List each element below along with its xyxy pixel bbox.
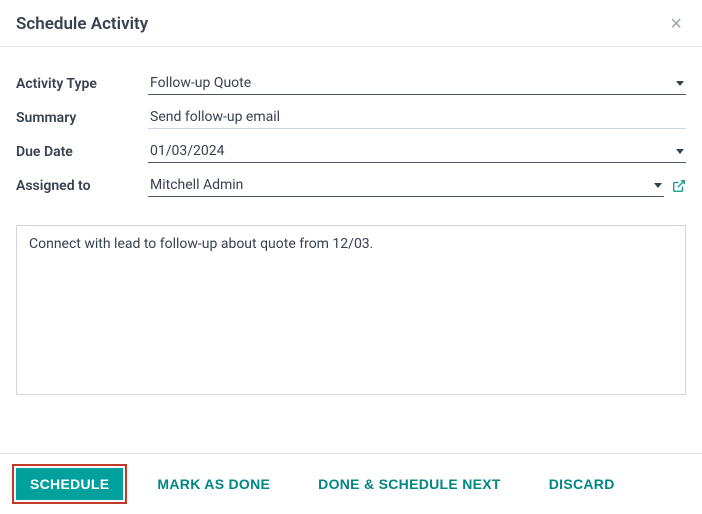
discard-button[interactable]: Discard	[535, 468, 629, 500]
assigned-to-row: Assigned to Mitchell Admin	[16, 175, 686, 197]
notes-textarea[interactable]	[16, 225, 686, 395]
due-date-label: Due Date	[16, 144, 148, 160]
due-date-value: 01/03/2024	[150, 143, 225, 159]
schedule-button[interactable]: Schedule	[16, 468, 123, 500]
assigned-to-label: Assigned to	[16, 178, 148, 194]
activity-type-label: Activity Type	[16, 76, 148, 92]
summary-label: Summary	[16, 110, 148, 126]
summary-input[interactable]: Send follow-up email	[148, 107, 686, 129]
schedule-activity-modal: Schedule Activity × Activity Type Follow…	[0, 0, 702, 514]
mark-as-done-button[interactable]: Mark As Done	[143, 468, 284, 500]
activity-type-row: Activity Type Follow-up Quote	[16, 73, 686, 95]
assigned-to-value: Mitchell Admin	[150, 177, 243, 193]
modal-title: Schedule Activity	[16, 14, 148, 34]
due-date-row: Due Date 01/03/2024	[16, 141, 686, 163]
done-schedule-next-button[interactable]: Done & Schedule Next	[304, 468, 515, 500]
summary-row: Summary Send follow-up email	[16, 107, 686, 129]
caret-down-icon	[654, 183, 662, 189]
assigned-to-select[interactable]: Mitchell Admin	[148, 175, 664, 197]
modal-header: Schedule Activity ×	[0, 0, 702, 47]
caret-down-icon	[676, 149, 684, 155]
activity-type-select[interactable]: Follow-up Quote	[148, 73, 686, 95]
modal-body: Activity Type Follow-up Quote Summary Se…	[0, 47, 702, 415]
caret-down-icon	[676, 81, 684, 87]
activity-type-value: Follow-up Quote	[150, 75, 251, 91]
modal-footer: Schedule Mark As Done Done & Schedule Ne…	[0, 453, 702, 514]
summary-value: Send follow-up email	[150, 109, 280, 125]
close-icon: ×	[670, 13, 682, 35]
due-date-input[interactable]: 01/03/2024	[148, 141, 686, 163]
close-button[interactable]: ×	[666, 14, 686, 34]
external-link-icon[interactable]	[672, 179, 686, 193]
